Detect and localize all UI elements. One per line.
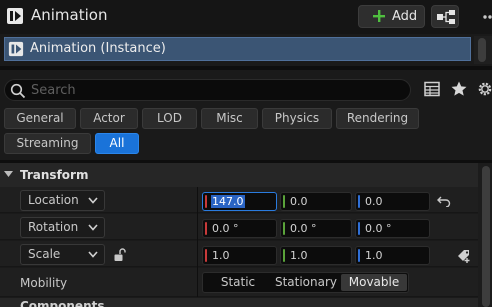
rotation-x-field[interactable]: 0.0 ° bbox=[202, 219, 277, 238]
chevron-down-icon bbox=[88, 251, 98, 258]
scale-y-value: 1.0 bbox=[290, 249, 308, 262]
blueprint-hierarchy-icon bbox=[437, 10, 455, 24]
component-tree-item[interactable]: Animation (Instance) bbox=[4, 37, 471, 61]
filter-chip-all[interactable]: All bbox=[95, 133, 139, 154]
z-axis-indicator bbox=[358, 249, 360, 262]
filter-chip-lod[interactable]: LOD bbox=[142, 108, 197, 129]
more-icon[interactable] bbox=[466, 6, 492, 28]
unlock-icon[interactable] bbox=[113, 248, 127, 262]
blueprint-component-icon bbox=[8, 41, 24, 57]
panel-title: Animation bbox=[31, 6, 108, 24]
search-icon bbox=[10, 83, 26, 99]
scale-label: Scale bbox=[28, 247, 61, 261]
blueprint-hierarchy-button[interactable] bbox=[431, 5, 459, 28]
search-field[interactable] bbox=[4, 79, 411, 101]
blueprint-component-icon bbox=[7, 8, 23, 24]
scale-z-field[interactable]: 1.0 bbox=[355, 246, 430, 265]
rotation-x-value: 0.0 ° bbox=[212, 222, 239, 235]
rotation-z-value: 0.0 ° bbox=[365, 222, 392, 235]
section-title: Components bbox=[20, 299, 105, 307]
rotation-z-field[interactable]: 0.0 ° bbox=[355, 219, 430, 238]
collapse-caret-icon bbox=[4, 171, 13, 177]
location-x-value: 147.0 bbox=[211, 195, 245, 208]
filter-chip-general[interactable]: General bbox=[4, 108, 76, 129]
location-y-field[interactable]: 0.0 bbox=[280, 192, 352, 211]
section-title: Transform bbox=[20, 168, 89, 182]
location-mode-dropdown[interactable]: Location bbox=[20, 190, 105, 211]
x-axis-indicator bbox=[205, 249, 207, 262]
location-z-value: 0.0 bbox=[365, 195, 383, 208]
mobility-option-stationary[interactable]: Stationary bbox=[273, 274, 339, 291]
y-axis-indicator bbox=[283, 195, 285, 208]
location-z-field[interactable]: 0.0 bbox=[355, 192, 430, 211]
mobility-label: Mobility bbox=[20, 276, 68, 290]
transform-section-header[interactable]: Transform bbox=[0, 163, 478, 187]
y-axis-indicator bbox=[283, 249, 285, 262]
reset-to-default-icon[interactable] bbox=[437, 195, 451, 207]
favorite-star-icon[interactable] bbox=[450, 80, 468, 98]
component-label: Animation (Instance) bbox=[30, 41, 166, 56]
mobility-option-static[interactable]: Static bbox=[205, 274, 271, 291]
details-scroll-thumb[interactable] bbox=[482, 166, 490, 307]
scale-mode-dropdown[interactable]: Scale bbox=[20, 244, 105, 265]
mobility-option-movable[interactable]: Movable bbox=[341, 274, 407, 291]
mobility-segmented-control: Static Stationary Movable bbox=[202, 272, 409, 293]
filter-chip-rendering[interactable]: Rendering bbox=[336, 108, 419, 129]
plus-icon bbox=[373, 10, 385, 22]
filter-chip-actor[interactable]: Actor bbox=[80, 108, 138, 129]
rotation-y-field[interactable]: 0.0 ° bbox=[280, 219, 352, 238]
details-header: Animation Add bbox=[0, 0, 492, 34]
rotation-y-value: 0.0 ° bbox=[290, 222, 317, 235]
rotation-mode-dropdown[interactable]: Rotation bbox=[20, 217, 105, 238]
column-splitter[interactable] bbox=[197, 187, 198, 297]
y-axis-indicator bbox=[283, 222, 285, 235]
x-axis-indicator bbox=[205, 195, 207, 208]
rotation-label: Rotation bbox=[28, 220, 79, 234]
chevron-down-icon bbox=[88, 224, 98, 231]
scale-x-field[interactable]: 1.0 bbox=[202, 246, 277, 265]
search-input[interactable] bbox=[31, 81, 401, 99]
scale-y-field[interactable]: 1.0 bbox=[280, 246, 352, 265]
panel-splitter[interactable] bbox=[0, 66, 492, 70]
component-list-scroll-thumb[interactable] bbox=[478, 38, 486, 62]
location-y-value: 0.0 bbox=[290, 195, 308, 208]
filter-chip-misc[interactable]: Misc bbox=[201, 108, 258, 129]
filter-chip-streaming[interactable]: Streaming bbox=[4, 133, 91, 154]
components-section-header[interactable]: Components bbox=[0, 298, 478, 307]
add-tag-icon[interactable] bbox=[456, 248, 472, 263]
z-axis-indicator bbox=[358, 195, 360, 208]
location-label: Location bbox=[28, 193, 79, 207]
filter-chip-physics[interactable]: Physics bbox=[262, 108, 332, 129]
chevron-down-icon bbox=[88, 197, 98, 204]
z-axis-indicator bbox=[358, 222, 360, 235]
table-view-icon[interactable] bbox=[423, 80, 441, 98]
scale-x-value: 1.0 bbox=[212, 249, 230, 262]
add-component-button[interactable]: Add bbox=[358, 5, 425, 28]
x-axis-indicator bbox=[205, 222, 207, 235]
add-button-label: Add bbox=[392, 9, 418, 24]
settings-gear-icon[interactable] bbox=[476, 80, 492, 98]
location-x-field[interactable]: 147.0 bbox=[202, 192, 277, 211]
scale-z-value: 1.0 bbox=[365, 249, 383, 262]
